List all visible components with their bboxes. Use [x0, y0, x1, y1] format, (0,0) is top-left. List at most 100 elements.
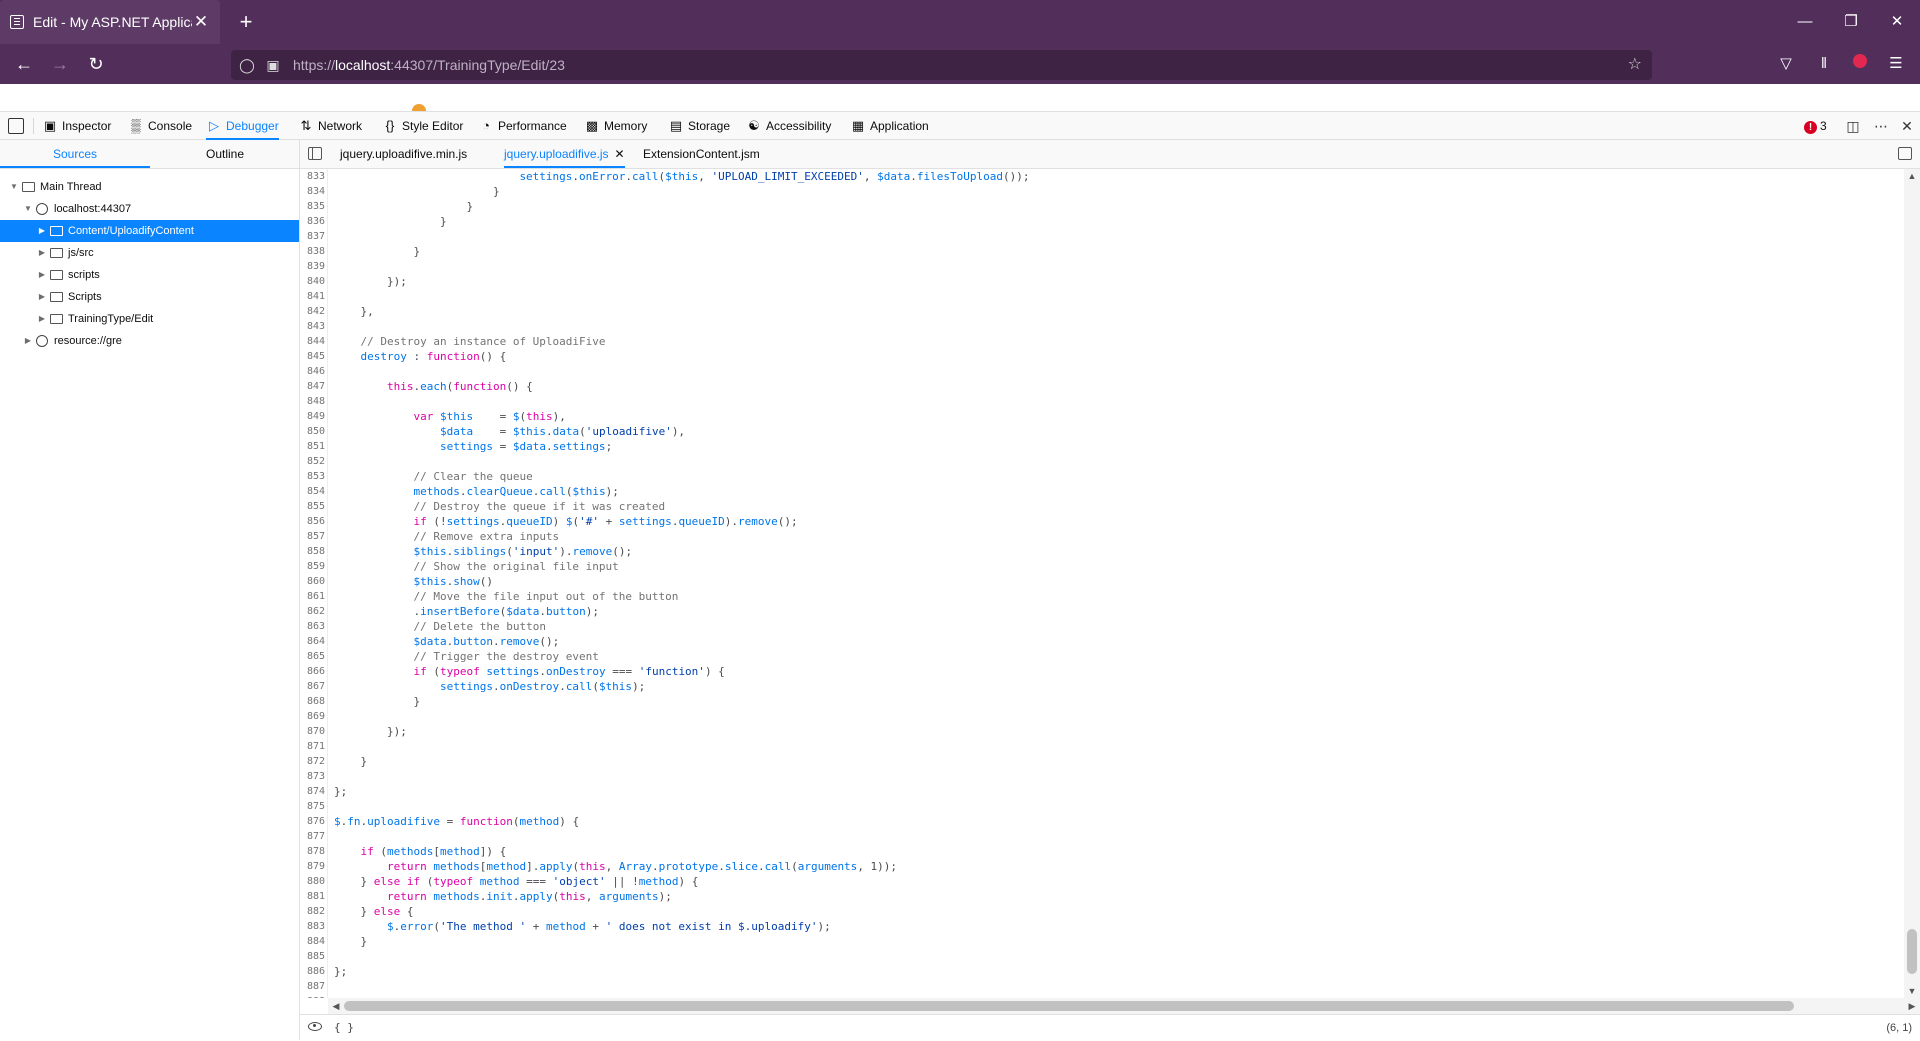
- line-number[interactable]: 850: [300, 424, 325, 439]
- toggle-right-panel-icon[interactable]: [1898, 147, 1912, 160]
- line-number[interactable]: 875: [300, 799, 325, 814]
- url-bar[interactable]: ◯ ▣ https://localhost:44307/TrainingType…: [231, 50, 1652, 80]
- line-number[interactable]: 884: [300, 934, 325, 949]
- tab-sources[interactable]: Sources: [0, 140, 150, 168]
- line-number[interactable]: 858: [300, 544, 325, 559]
- close-window-icon[interactable]: ✕: [1874, 0, 1920, 44]
- minimize-icon[interactable]: —: [1782, 0, 1828, 44]
- collapsed-arrow-icon[interactable]: ▶: [22, 330, 34, 352]
- url-text[interactable]: https://localhost:44307/TrainingType/Edi…: [293, 50, 565, 80]
- line-number[interactable]: 860: [300, 574, 325, 589]
- collapsed-arrow-icon[interactable]: ▶: [36, 286, 48, 308]
- scroll-right-icon[interactable]: ▶: [1904, 998, 1920, 1014]
- scroll-up-icon[interactable]: ▲: [1904, 169, 1920, 183]
- line-number[interactable]: 886: [300, 964, 325, 979]
- line-number[interactable]: 874: [300, 784, 325, 799]
- line-number[interactable]: 836: [300, 214, 325, 229]
- eye-icon[interactable]: [308, 1022, 322, 1031]
- close-editor-tab-icon[interactable]: ✕: [615, 147, 625, 161]
- line-number[interactable]: 859: [300, 559, 325, 574]
- line-number[interactable]: 854: [300, 484, 325, 499]
- line-number[interactable]: 869: [300, 709, 325, 724]
- line-number[interactable]: 837: [300, 229, 325, 244]
- restore-icon[interactable]: ❐: [1828, 0, 1874, 44]
- bookmark-star-icon[interactable]: ☆: [1628, 50, 1642, 80]
- tracking-shield-icon[interactable]: ◯: [237, 50, 257, 80]
- lock-icon[interactable]: ▣: [263, 50, 283, 80]
- line-number[interactable]: 844: [300, 334, 325, 349]
- line-number[interactable]: 876: [300, 814, 325, 829]
- tab-performance[interactable]: ◔ Performance: [478, 112, 567, 140]
- editor-tab-min[interactable]: jquery.uploadifive.min.js: [340, 140, 467, 168]
- line-number[interactable]: 833: [300, 169, 325, 184]
- tab-application[interactable]: ▦ Application: [850, 112, 929, 140]
- line-number[interactable]: 849: [300, 409, 325, 424]
- line-number[interactable]: 881: [300, 889, 325, 904]
- error-count-badge[interactable]: ! 3: [1804, 119, 1827, 134]
- library-icon[interactable]: ‖: [1810, 50, 1838, 78]
- code-area[interactable]: 833 settings.onError.call($this, 'UPLOAD…: [300, 169, 1904, 998]
- line-number[interactable]: 842: [300, 304, 325, 319]
- line-number[interactable]: 857: [300, 529, 325, 544]
- line-number[interactable]: 887: [300, 979, 325, 994]
- vertical-scroll-thumb[interactable]: [1907, 929, 1917, 974]
- element-picker-icon[interactable]: [8, 118, 24, 134]
- tree-item[interactable]: ▶ Scripts: [0, 286, 299, 308]
- line-number[interactable]: 845: [300, 349, 325, 364]
- line-number[interactable]: 870: [300, 724, 325, 739]
- line-number[interactable]: 879: [300, 859, 325, 874]
- horizontal-scrollbar[interactable]: ◀ ▶: [328, 998, 1920, 1014]
- tab-style-editor[interactable]: {} Style Editor: [382, 112, 464, 140]
- tab-network[interactable]: ⇅ Network: [298, 112, 362, 140]
- tree-item[interactable]: ▶ scripts: [0, 264, 299, 286]
- editor-tab-extension[interactable]: ExtensionContent.jsm: [643, 140, 760, 168]
- scroll-left-icon[interactable]: ◀: [328, 998, 344, 1014]
- line-number[interactable]: 852: [300, 454, 325, 469]
- line-number[interactable]: 861: [300, 589, 325, 604]
- line-number[interactable]: 866: [300, 664, 325, 679]
- line-number[interactable]: 862: [300, 604, 325, 619]
- line-number[interactable]: 835: [300, 199, 325, 214]
- line-number[interactable]: 880: [300, 874, 325, 889]
- line-number[interactable]: 843: [300, 319, 325, 334]
- reload-icon[interactable]: ↻: [82, 50, 110, 78]
- scroll-down-icon[interactable]: ▼: [1904, 984, 1920, 998]
- editor-tab-active[interactable]: jquery.uploadifive.js ✕: [504, 140, 625, 168]
- collapsed-arrow-icon[interactable]: ▶: [36, 220, 48, 242]
- close-devtools-icon[interactable]: ✕: [1896, 112, 1918, 140]
- line-number[interactable]: 847: [300, 379, 325, 394]
- tree-item[interactable]: ▼ Main Thread: [0, 176, 299, 198]
- new-tab-button[interactable]: +: [232, 8, 260, 36]
- pretty-print-button[interactable]: { }: [334, 1015, 354, 1041]
- browser-tab[interactable]: Edit - My ASP.NET Application ✕: [0, 0, 220, 44]
- dock-side-icon[interactable]: ◫: [1842, 112, 1864, 140]
- line-number[interactable]: 871: [300, 739, 325, 754]
- collapsed-arrow-icon[interactable]: ▶: [36, 308, 48, 330]
- addon-icon[interactable]: [1846, 50, 1874, 78]
- line-number[interactable]: 864: [300, 634, 325, 649]
- more-options-icon[interactable]: ⋯: [1870, 112, 1892, 140]
- expanded-arrow-icon[interactable]: ▼: [22, 198, 34, 220]
- line-number[interactable]: 846: [300, 364, 325, 379]
- line-number[interactable]: 838: [300, 244, 325, 259]
- vertical-scrollbar[interactable]: ▲ ▼: [1904, 169, 1920, 998]
- line-number[interactable]: 848: [300, 394, 325, 409]
- close-tab-icon[interactable]: ✕: [192, 12, 210, 32]
- line-number[interactable]: 839: [300, 259, 325, 274]
- line-number[interactable]: 865: [300, 649, 325, 664]
- menu-icon[interactable]: ☰: [1882, 50, 1910, 78]
- expanded-arrow-icon[interactable]: ▼: [8, 176, 20, 198]
- back-icon[interactable]: ←: [10, 50, 38, 78]
- tree-item[interactable]: ▶ TrainingType/Edit: [0, 308, 299, 330]
- line-number[interactable]: 856: [300, 514, 325, 529]
- line-number[interactable]: 878: [300, 844, 325, 859]
- line-number[interactable]: 840: [300, 274, 325, 289]
- line-number[interactable]: 888: [300, 994, 325, 998]
- line-number[interactable]: 872: [300, 754, 325, 769]
- tab-inspector[interactable]: ▣ Inspector: [42, 112, 112, 140]
- line-number[interactable]: 873: [300, 769, 325, 784]
- tab-storage[interactable]: ▤ Storage: [668, 112, 730, 140]
- tree-item[interactable]: ▼ localhost:44307: [0, 198, 299, 220]
- line-number[interactable]: 853: [300, 469, 325, 484]
- tree-item[interactable]: ▶ Content/UploadifyContent: [0, 220, 299, 242]
